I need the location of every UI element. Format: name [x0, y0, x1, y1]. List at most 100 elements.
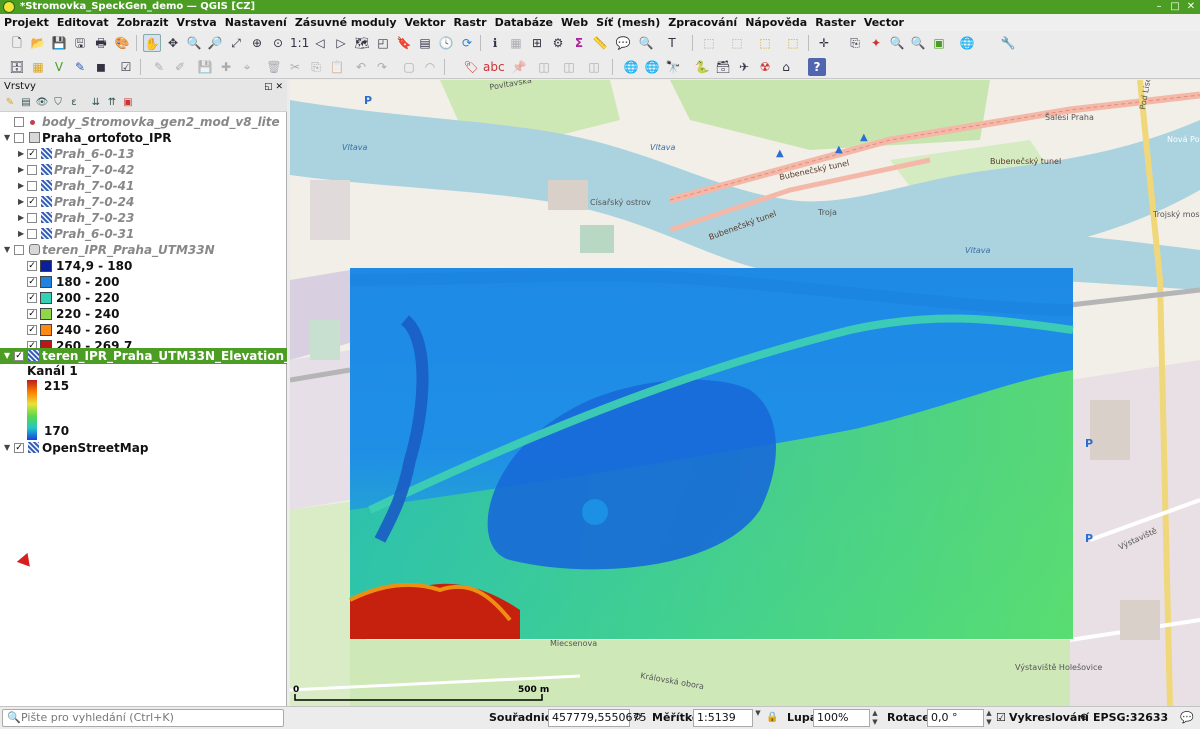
menu-projekt[interactable]: Projekt: [0, 14, 53, 31]
layer-prah-7-0-42[interactable]: ▶ Prah_7-0-42: [0, 162, 287, 178]
save-project-icon[interactable]: 💾: [50, 34, 68, 52]
class-checkbox[interactable]: ✓: [27, 261, 37, 271]
add-point-icon[interactable]: ✛: [815, 34, 833, 52]
class-checkbox[interactable]: ✓: [27, 293, 37, 303]
copy-icon[interactable]: ⎘: [846, 34, 864, 52]
lock-scale-icon[interactable]: 🔒: [766, 707, 778, 729]
attribute-table-icon[interactable]: ▦: [507, 34, 525, 52]
layer-teren-ipr[interactable]: ▼ teren_IPR_Praha_UTM33N: [0, 242, 287, 258]
maximize-button[interactable]: □: [1168, 0, 1182, 14]
map-tips-icon[interactable]: 💬: [614, 34, 632, 52]
add-wms-icon[interactable]: ☑: [117, 58, 135, 76]
metasearch-icon[interactable]: 🌐: [622, 58, 640, 76]
delete-icon[interactable]: 🗑: [265, 58, 283, 76]
flight-icon[interactable]: ✈: [735, 58, 753, 76]
crs-icon[interactable]: ⊕: [1080, 707, 1088, 729]
paste-icon[interactable]: 📋: [328, 58, 346, 76]
layer-checkbox[interactable]: [14, 133, 24, 143]
show-hide-label-icon[interactable]: ◫: [535, 58, 553, 76]
menu-zpracovani[interactable]: Zpracování: [664, 14, 741, 31]
remove-layer-icon[interactable]: ▣: [121, 96, 135, 110]
temporal-controller-icon[interactable]: 🕓: [437, 34, 455, 52]
class-checkbox[interactable]: ✓: [27, 277, 37, 287]
add-vector-icon[interactable]: V: [50, 58, 68, 76]
toggle-extents-icon[interactable]: ⚙: [633, 707, 642, 729]
copy-features-icon[interactable]: ⎘: [307, 58, 325, 76]
menu-napoveda[interactable]: Nápověda: [741, 14, 811, 31]
add-mesh-icon[interactable]: ◼: [92, 58, 110, 76]
add-raster-icon[interactable]: ▦: [29, 58, 47, 76]
class-item-5[interactable]: ✓ 240 - 260: [0, 322, 287, 338]
undo-icon[interactable]: ↶: [352, 58, 370, 76]
cut-icon[interactable]: ✂: [286, 58, 304, 76]
layer-prah-7-0-23[interactable]: ▶ Prah_7-0-23: [0, 210, 287, 226]
pan-icon[interactable]: ✋: [143, 34, 161, 52]
redo-icon[interactable]: ↷: [373, 58, 391, 76]
layer-checkbox[interactable]: [14, 245, 24, 255]
measure-icon[interactable]: 📏: [591, 34, 609, 52]
coordinate-field[interactable]: 457779,5550675: [548, 709, 646, 727]
class-item-3[interactable]: ✓ 200 - 220: [0, 290, 287, 306]
zoom-to-feature-icon[interactable]: 🔍: [909, 34, 927, 52]
messages-icon[interactable]: 💬: [1180, 707, 1194, 729]
menu-vrstva[interactable]: Vrstva: [172, 14, 220, 31]
save-as-icon[interactable]: 🖫: [71, 34, 89, 52]
processing-toolbox-icon[interactable]: ⚙: [549, 34, 567, 52]
select-by-value-icon[interactable]: ⬚: [728, 34, 746, 52]
menu-editovat[interactable]: Editovat: [53, 14, 113, 31]
refresh-icon[interactable]: ⟳: [458, 34, 476, 52]
collapse-arrow-icon[interactable]: ▼: [4, 130, 12, 146]
layer-checkbox[interactable]: [14, 117, 24, 127]
zoom-last-icon[interactable]: ◁: [311, 34, 329, 52]
expand-arrow-icon[interactable]: ▶: [18, 178, 26, 194]
select-features-icon[interactable]: ⬚: [700, 34, 718, 52]
menu-web[interactable]: Web: [557, 14, 592, 31]
expand-arrow-icon[interactable]: ▶: [18, 194, 26, 210]
class-checkbox[interactable]: ✓: [27, 309, 37, 319]
digitize-icon[interactable]: ✎: [71, 58, 89, 76]
digitize-curve-icon[interactable]: ◠: [421, 58, 439, 76]
add-feature-icon[interactable]: ✚: [217, 58, 235, 76]
menu-raster[interactable]: Raster: [811, 14, 860, 31]
class-item-1[interactable]: ✓ 174,9 - 180: [0, 258, 287, 274]
scale-field[interactable]: 1:5139: [693, 709, 753, 727]
layer-prah-7-0-24[interactable]: ▶ ✓ Prah_7-0-24: [0, 194, 287, 210]
rotation-field[interactable]: 0,0 °: [927, 709, 984, 727]
field-calculator-icon[interactable]: ⊞: [528, 34, 546, 52]
extent-icon[interactable]: ▣: [930, 34, 948, 52]
rotation-spinner-icon[interactable]: ▲ ▼: [984, 709, 994, 727]
collapse-arrow-icon[interactable]: ▼: [4, 348, 12, 364]
menu-databaze[interactable]: Databáze: [491, 14, 557, 31]
wfs-icon[interactable]: 🌐: [643, 58, 661, 76]
label-highlight-icon[interactable]: abc: [483, 58, 505, 76]
zoom-in-icon[interactable]: 🔍: [185, 34, 203, 52]
zoom-native-icon[interactable]: 1:1: [290, 34, 309, 52]
python-console-icon[interactable]: 🐍: [693, 58, 711, 76]
help-icon[interactable]: ?: [808, 58, 826, 76]
expand-arrow-icon[interactable]: ▶: [18, 162, 26, 178]
plugin-icon[interactable]: ☢: [756, 58, 774, 76]
layer-checkbox[interactable]: ✓: [27, 197, 37, 207]
collapse-arrow-icon[interactable]: ▼: [4, 440, 12, 456]
class-checkbox[interactable]: ✓: [27, 325, 37, 335]
close-button[interactable]: ✕: [1184, 0, 1198, 14]
style-manager-icon[interactable]: 🎨: [113, 34, 131, 52]
label-icon[interactable]: 🏷: [462, 58, 480, 76]
expand-arrow-icon[interactable]: ▶: [18, 210, 26, 226]
layer-checkbox[interactable]: [27, 229, 37, 239]
deselect-icon[interactable]: ⬚: [756, 34, 774, 52]
class-item-4[interactable]: ✓ 220 - 240: [0, 306, 287, 322]
quickmap-icon[interactable]: 🔭: [664, 58, 682, 76]
edit-icon[interactable]: ✐: [171, 58, 189, 76]
collapse-all-icon[interactable]: ⇈: [105, 96, 119, 110]
zoom-selection-icon[interactable]: ⊕: [248, 34, 266, 52]
db-manager-icon[interactable]: 🗃: [714, 58, 732, 76]
georeferencer-icon[interactable]: ✦: [867, 34, 885, 52]
expand-arrow-icon[interactable]: ▶: [18, 226, 26, 242]
data-source-manager-icon[interactable]: 🗄: [8, 58, 26, 76]
settings-wrench-icon[interactable]: 🔧: [999, 34, 1017, 52]
menu-vektor[interactable]: Vektor: [401, 14, 450, 31]
magnifier-field[interactable]: 100%: [813, 709, 870, 727]
menu-zobrazit[interactable]: Zobrazit: [113, 14, 173, 31]
style-panel-icon[interactable]: ✎: [3, 96, 17, 110]
